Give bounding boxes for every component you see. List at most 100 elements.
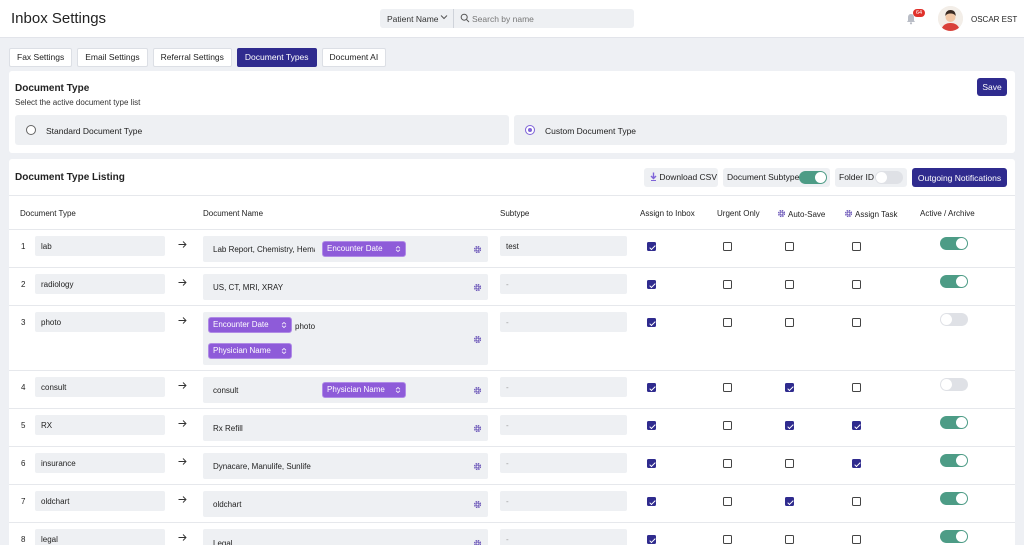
auto-save-checkbox[interactable] (785, 459, 794, 468)
document-type-input[interactable]: consult (35, 377, 165, 397)
gear-icon[interactable] (473, 283, 482, 292)
auto-save-checkbox[interactable] (785, 318, 794, 327)
document-type-input[interactable]: legal (35, 529, 165, 545)
assign-task-checkbox[interactable] (852, 242, 861, 251)
assign-to-inbox-checkbox[interactable] (647, 383, 656, 392)
document-name-text: Legal (213, 539, 233, 545)
subtype-input[interactable]: test (500, 236, 627, 256)
auto-save-checkbox[interactable] (785, 383, 794, 392)
assign-task-checkbox[interactable] (852, 421, 861, 430)
folder-id-toggle[interactable] (875, 171, 903, 184)
auto-save-checkbox[interactable] (785, 242, 794, 251)
subtype-input[interactable]: - (500, 415, 627, 435)
auto-save-checkbox[interactable] (785, 421, 794, 430)
subtype-input[interactable]: - (500, 274, 627, 294)
placeholder-chip[interactable]: Encounter Date (322, 241, 406, 257)
assign-task-checkbox[interactable] (852, 535, 861, 544)
auto-save-checkbox[interactable] (785, 535, 794, 544)
urgent-only-checkbox[interactable] (723, 318, 732, 327)
urgent-only-checkbox[interactable] (723, 497, 732, 506)
assign-to-inbox-checkbox[interactable] (647, 459, 656, 468)
assign-to-inbox-checkbox[interactable] (647, 242, 656, 251)
avatar-icon (938, 6, 963, 31)
document-name-field[interactable]: US, CT, MRI, XRAY (203, 274, 488, 300)
tab-document-ai[interactable]: Document AI (321, 48, 387, 67)
urgent-only-checkbox[interactable] (723, 459, 732, 468)
document-name-field[interactable]: photo Encounter Date Physician Name (203, 312, 488, 365)
placeholder-chip[interactable]: Encounter Date (208, 317, 292, 333)
placeholder-chip[interactable]: Physician Name (322, 382, 406, 398)
assign-to-inbox-checkbox[interactable] (647, 497, 656, 506)
col-document-type: Document Type (20, 209, 76, 218)
assign-task-checkbox[interactable] (852, 280, 861, 289)
assign-to-inbox-checkbox[interactable] (647, 280, 656, 289)
document-type-input[interactable]: radiology (35, 274, 165, 294)
document-subtype-toggle[interactable] (799, 171, 827, 184)
search-input[interactable] (472, 9, 632, 28)
gear-icon[interactable] (473, 245, 482, 254)
document-type-input[interactable]: RX (35, 415, 165, 435)
document-name-field[interactable]: Rx Refill (203, 415, 488, 441)
assign-to-inbox-checkbox[interactable] (647, 421, 656, 430)
assign-to-inbox-checkbox[interactable] (647, 535, 656, 544)
settings-tabs: Fax Settings Email Settings Referral Set… (9, 48, 387, 67)
assign-task-checkbox[interactable] (852, 459, 861, 468)
assign-task-checkbox[interactable] (852, 383, 861, 392)
tab-email-settings[interactable]: Email Settings (77, 48, 148, 67)
avatar[interactable] (938, 6, 963, 31)
assign-task-checkbox[interactable] (852, 497, 861, 506)
gear-icon[interactable] (473, 462, 482, 471)
search-filter-select[interactable]: Patient Name (380, 9, 454, 28)
download-csv-button[interactable]: Download CSV (644, 168, 718, 187)
active-archive-toggle[interactable] (940, 313, 968, 326)
document-name-field[interactable]: Legal (203, 529, 488, 545)
document-name-field[interactable]: Dynacare, Manulife, Sunlife (203, 453, 488, 479)
radio-standard[interactable] (26, 125, 36, 135)
custom-document-type-option[interactable]: Custom Document Type (514, 115, 1007, 145)
auto-save-checkbox[interactable] (785, 497, 794, 506)
document-type-input[interactable]: lab (35, 236, 165, 256)
assign-to-inbox-checkbox[interactable] (647, 318, 656, 327)
gear-icon[interactable] (473, 500, 482, 509)
active-archive-toggle[interactable] (940, 416, 968, 429)
urgent-only-checkbox[interactable] (723, 383, 732, 392)
col-auto-save: Auto-Save (777, 209, 825, 219)
urgent-only-checkbox[interactable] (723, 421, 732, 430)
subtype-input[interactable]: - (500, 529, 627, 545)
active-archive-toggle[interactable] (940, 378, 968, 391)
table-row: 7 oldchart oldchart - (9, 485, 1015, 523)
document-type-input[interactable]: photo (35, 312, 165, 332)
subtype-input[interactable]: - (500, 491, 627, 511)
gear-icon[interactable] (473, 335, 482, 344)
tab-document-types[interactable]: Document Types (236, 48, 317, 67)
tab-fax-settings[interactable]: Fax Settings (9, 48, 73, 67)
document-type-input[interactable]: oldchart (35, 491, 165, 511)
outgoing-notifications-button[interactable]: Outgoing Notifications (912, 168, 1007, 187)
placeholder-chip[interactable]: Physician Name (208, 343, 292, 359)
subtype-input[interactable]: - (500, 377, 627, 397)
subtype-input[interactable]: - (500, 312, 627, 332)
auto-save-checkbox[interactable] (785, 280, 794, 289)
urgent-only-checkbox[interactable] (723, 535, 732, 544)
gear-icon[interactable] (473, 539, 482, 545)
save-button[interactable]: Save (977, 78, 1007, 96)
active-archive-toggle[interactable] (940, 530, 968, 543)
standard-document-type-option[interactable]: Standard Document Type (15, 115, 509, 145)
document-name-field[interactable]: consult Physician Name (203, 377, 488, 403)
document-type-input[interactable]: insurance (35, 453, 165, 473)
assign-task-checkbox[interactable] (852, 318, 861, 327)
active-archive-toggle[interactable] (940, 454, 968, 467)
active-archive-toggle[interactable] (940, 492, 968, 505)
gear-icon[interactable] (473, 424, 482, 433)
document-name-field[interactable]: oldchart (203, 491, 488, 517)
radio-custom[interactable] (525, 125, 535, 135)
document-name-field[interactable]: Lab Report, Chemistry, Hema Encounter Dat… (203, 236, 488, 262)
active-archive-toggle[interactable] (940, 237, 968, 250)
urgent-only-checkbox[interactable] (723, 280, 732, 289)
user-name[interactable]: OSCAR EST (971, 15, 1017, 24)
urgent-only-checkbox[interactable] (723, 242, 732, 251)
gear-icon[interactable] (473, 386, 482, 395)
tab-referral-settings[interactable]: Referral Settings (152, 48, 232, 67)
active-archive-toggle[interactable] (940, 275, 968, 288)
subtype-input[interactable]: - (500, 453, 627, 473)
